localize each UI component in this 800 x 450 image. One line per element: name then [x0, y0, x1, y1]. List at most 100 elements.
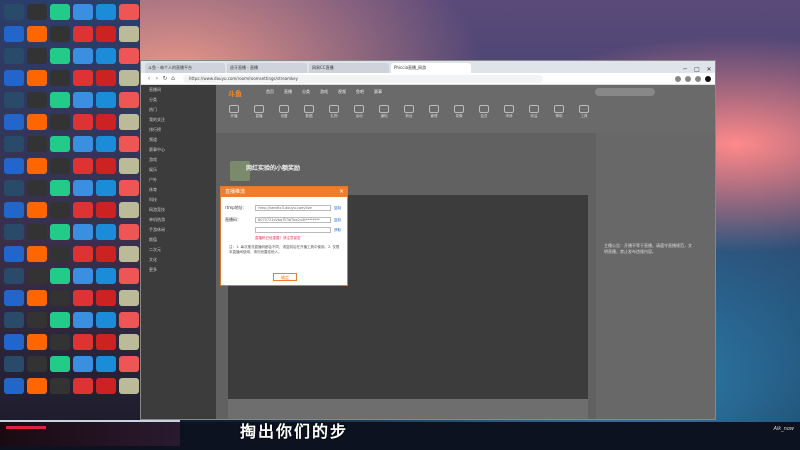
category-item[interactable]: 申请 [501, 105, 517, 123]
leftnav-item[interactable]: 文化 [141, 255, 216, 265]
desktop-app-icon[interactable] [27, 334, 47, 350]
leftnav-item[interactable]: 排行榜 [141, 125, 216, 135]
desktop-app-icon[interactable] [4, 158, 24, 174]
desktop-app-icon[interactable] [50, 268, 70, 284]
desktop-app-icon[interactable] [73, 268, 93, 284]
desktop-app-icon[interactable] [50, 246, 70, 262]
desktop-app-icon[interactable] [96, 26, 116, 42]
desktop-app-icon[interactable] [4, 4, 24, 20]
desktop-app-icon[interactable] [50, 136, 70, 152]
close-button[interactable]: ✕ [703, 66, 715, 73]
desktop-app-icon[interactable] [4, 224, 24, 240]
desktop-app-icon[interactable] [96, 268, 116, 284]
desktop-app-icon[interactable] [4, 114, 24, 130]
desktop-app-icon[interactable] [96, 70, 116, 86]
desktop-app-icon[interactable] [96, 356, 116, 372]
desktop-app-icon[interactable] [50, 48, 70, 64]
desktop-app-icon[interactable] [27, 290, 47, 306]
category-item[interactable]: 通知 [376, 105, 392, 123]
browser-tab[interactable]: 虎牙直播 - 直播 [227, 63, 307, 73]
forward-icon[interactable]: › [153, 75, 161, 82]
desktop-app-icon[interactable] [27, 92, 47, 108]
desktop-app-icon[interactable] [119, 312, 139, 328]
search-input[interactable] [595, 88, 655, 96]
maximize-button[interactable]: □ [691, 66, 703, 73]
desktop-app-icon[interactable] [50, 26, 70, 42]
desktop-app-icon[interactable] [119, 356, 139, 372]
rtmp-url-field[interactable]: rtmp://sendtc3.douyu.com/live [255, 205, 331, 211]
topnav-item[interactable]: 游戏 [320, 89, 328, 95]
desktop-app-icon[interactable] [4, 312, 24, 328]
desktop-app-icon[interactable] [50, 4, 70, 20]
desktop-app-icon[interactable] [27, 26, 47, 42]
category-item[interactable]: 录像 [451, 105, 467, 123]
leftnav-item[interactable]: 更多 [141, 265, 216, 275]
desktop-app-icon[interactable] [73, 158, 93, 174]
desktop-app-icon[interactable] [50, 224, 70, 240]
back-icon[interactable]: ‹ [145, 75, 153, 82]
desktop-app-icon[interactable] [50, 158, 70, 174]
desktop-app-icon[interactable] [50, 378, 70, 394]
desktop-app-icon[interactable] [27, 136, 47, 152]
minimize-button[interactable]: ─ [679, 66, 691, 73]
leftnav-item[interactable]: 手游休闲 [141, 225, 216, 235]
category-item[interactable]: 管理 [426, 105, 442, 123]
desktop-app-icon[interactable] [96, 180, 116, 196]
desktop-app-icon[interactable] [96, 378, 116, 394]
desktop-app-icon[interactable] [119, 158, 139, 174]
desktop-app-icon[interactable] [50, 290, 70, 306]
desktop-app-icon[interactable] [119, 70, 139, 86]
desktop-app-icon[interactable] [27, 356, 47, 372]
desktop-app-icon[interactable] [27, 202, 47, 218]
desktop-app-icon[interactable] [27, 180, 47, 196]
category-item[interactable]: 设置 [276, 105, 292, 123]
desktop-app-icon[interactable] [4, 48, 24, 64]
leftnav-item[interactable]: 热门 [141, 105, 216, 115]
leftnav-item[interactable]: 游戏 [141, 155, 216, 165]
desktop-app-icon[interactable] [73, 4, 93, 20]
desktop-app-icon[interactable] [4, 246, 24, 262]
leftnav-item[interactable]: 分类 [141, 95, 216, 105]
topnav-item[interactable]: 首页 [266, 89, 274, 95]
category-item[interactable]: 粉丝 [401, 105, 417, 123]
desktop-app-icon[interactable] [27, 70, 47, 86]
desktop-app-icon[interactable] [50, 92, 70, 108]
extension-icon[interactable] [685, 75, 691, 82]
desktop-app-icon[interactable] [73, 378, 93, 394]
leftnav-item[interactable]: 户外 [141, 175, 216, 185]
leftnav-item[interactable]: 网游竞技 [141, 205, 216, 215]
desktop-app-icon[interactable] [27, 4, 47, 20]
close-icon[interactable]: × [339, 187, 344, 197]
desktop-app-icon[interactable] [96, 312, 116, 328]
desktop-app-icon[interactable] [50, 356, 70, 372]
category-item[interactable]: 开播 [226, 105, 242, 123]
key-select[interactable] [255, 227, 331, 233]
browser-tab[interactable]: 斗鱼 - 每个人的直播平台 [145, 63, 225, 73]
desktop-app-icon[interactable] [119, 180, 139, 196]
site-logo[interactable]: 斗鱼 [228, 89, 242, 99]
desktop-app-icon[interactable] [119, 334, 139, 350]
leftnav-item[interactable]: 科技 [141, 195, 216, 205]
topnav-item[interactable]: 鱼吧 [356, 89, 364, 95]
desktop-app-icon[interactable] [96, 158, 116, 174]
desktop-app-icon[interactable] [96, 136, 116, 152]
leftnav-item[interactable]: 赛事中心 [141, 145, 216, 155]
desktop-app-icon[interactable] [96, 334, 116, 350]
desktop-app-icon[interactable] [119, 92, 139, 108]
desktop-app-icon[interactable] [73, 202, 93, 218]
desktop-app-icon[interactable] [119, 4, 139, 20]
desktop-app-icon[interactable] [4, 70, 24, 86]
desktop-app-icon[interactable] [50, 70, 70, 86]
desktop-app-icon[interactable] [73, 312, 93, 328]
desktop-app-icon[interactable] [50, 334, 70, 350]
get-key-button[interactable]: 获取 [334, 228, 341, 233]
desktop-app-icon[interactable] [27, 268, 47, 284]
reload-icon[interactable]: ↻ [161, 75, 169, 82]
url-input[interactable]: https://www.douyu.com/room/roomsettings/… [183, 74, 543, 83]
desktop-app-icon[interactable] [73, 224, 93, 240]
stream-key-field[interactable]: 8075721sVbqTE3b7be2u5t******** [255, 217, 331, 223]
leftnav-item[interactable]: 二次元 [141, 245, 216, 255]
desktop-app-icon[interactable] [50, 312, 70, 328]
browser-tab[interactable]: 网易CC直播 [309, 63, 389, 73]
desktop-app-icon[interactable] [119, 268, 139, 284]
